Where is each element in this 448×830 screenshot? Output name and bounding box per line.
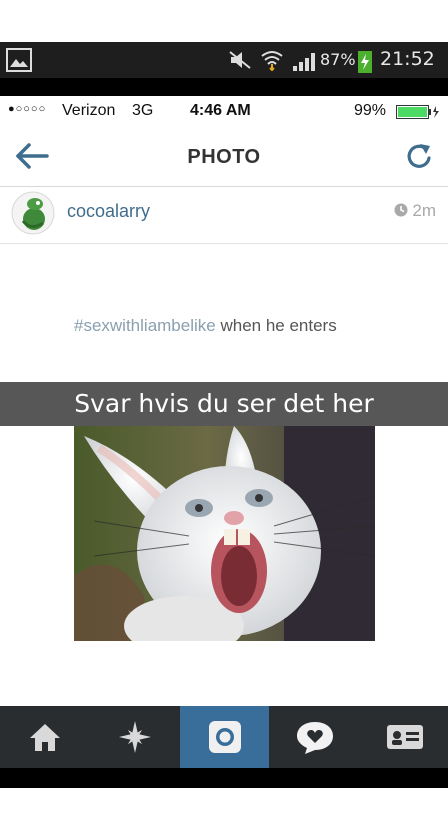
- clock-icon: [394, 203, 408, 217]
- home-icon: [29, 724, 60, 751]
- signal-dots: ●○○○○: [8, 103, 47, 115]
- post-caption: #sexwithliambelike when he enters: [74, 312, 374, 339]
- post-time: 2m: [394, 201, 436, 221]
- wifi-icon: [261, 51, 283, 72]
- caption-text: when he enters: [215, 316, 337, 335]
- network-label: 3G: [132, 102, 154, 119]
- android-battery-percent: 87%: [320, 50, 356, 69]
- ios-clock: 4:46 AM: [190, 102, 251, 119]
- ios-battery-icon: [396, 105, 439, 119]
- signal-icon: [293, 53, 315, 71]
- hashtag-link[interactable]: #sexwithliambelike: [74, 316, 216, 335]
- tab-explore[interactable]: [90, 706, 179, 768]
- tab-camera[interactable]: [180, 706, 269, 768]
- bezel-bottom: [0, 768, 448, 788]
- battery-charging-icon: [358, 51, 372, 73]
- tab-home[interactable]: [0, 706, 89, 768]
- nav-bar: PHOTO: [0, 128, 448, 187]
- avatar[interactable]: [11, 191, 55, 235]
- android-clock: 21:52: [380, 48, 435, 70]
- activity-icon: [296, 722, 333, 754]
- overlay-caption: Svar hvis du ser det her: [74, 389, 374, 418]
- mute-icon: [229, 51, 251, 69]
- bezel-gap: [0, 78, 448, 96]
- tab-activity[interactable]: [270, 706, 359, 768]
- refresh-icon[interactable]: [404, 142, 434, 172]
- post-time-label: 2m: [412, 201, 436, 220]
- ios-battery-percent: 99%: [354, 102, 387, 119]
- username-link[interactable]: cocoalarry: [67, 201, 150, 222]
- tab-profile[interactable]: [360, 706, 448, 768]
- android-status-bar: 87% 21:52: [0, 42, 448, 78]
- camera-icon: [208, 721, 241, 753]
- bottom-tab-bar: [0, 706, 448, 768]
- gallery-icon: [6, 48, 32, 72]
- carrier-label: Verizon: [62, 102, 116, 119]
- ios-status-bar: ●○○○○ Verizon 3G 4:46 AM 99%: [0, 96, 448, 128]
- post-header: cocoalarry 2m: [0, 187, 448, 244]
- post-photo[interactable]: [74, 426, 375, 641]
- profile-icon: [386, 725, 423, 749]
- page-title: PHOTO: [187, 146, 261, 168]
- rabbit-image: [74, 426, 375, 641]
- explore-icon: [118, 721, 151, 753]
